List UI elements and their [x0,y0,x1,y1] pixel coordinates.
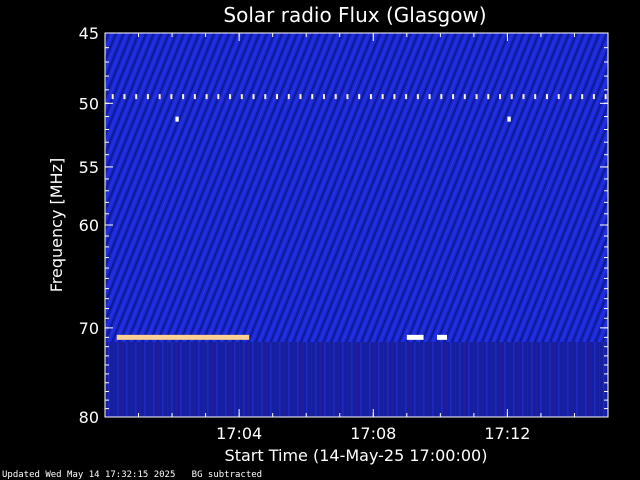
interference-dot [581,94,584,100]
interference-dot [264,94,267,100]
interference-dot [276,94,279,100]
interference-dot [322,94,325,100]
interference-dot [487,94,490,100]
interference-dot [311,94,314,100]
interference-dot [346,94,349,100]
interference-dot [111,94,114,100]
x-tick-label: 17:12 [484,424,530,443]
interference-dot [381,94,384,100]
interference-burst [406,334,424,340]
interference-dot [416,94,419,100]
y-tick-label: 50 [79,94,99,113]
interference-dot [182,94,185,100]
interference-dot [358,94,361,100]
spectrogram-chart: Solar radio Flux (Glasgow) 455055607080 … [47,3,609,465]
y-tick-label: 60 [79,216,99,235]
x-tick-label: 17:04 [216,424,262,443]
interference-dot [545,94,548,100]
y-tick-label: 70 [79,319,99,338]
interference-dot [428,94,431,100]
x-axis-label: Start Time (14-May-25 17:00:00) [225,446,488,465]
interference-dot [299,94,302,100]
interference-dot [440,94,443,100]
interference-burst [116,334,250,340]
interference-dot [193,94,196,100]
interference-dot [522,94,525,100]
interference-burst [507,116,511,122]
interference-dot [475,94,478,100]
plot-area [105,33,608,417]
interference-dot [463,94,466,100]
interference-dot [123,94,126,100]
y-tick-label: 55 [79,158,99,177]
interference-dot [510,94,513,100]
interference-burst [436,334,448,340]
interference-dot [287,94,290,100]
interference-dot [569,94,572,100]
interference-dot [534,94,537,100]
y-axis-label: Frequency [MHz] [47,158,66,292]
y-tick-label: 45 [79,24,99,43]
interference-dot [452,94,455,100]
interference-dot [369,94,372,100]
interference-dot [252,94,255,100]
lower-band [105,342,608,417]
updated-text: Updated Wed May 14 17:32:15 2025 [2,470,176,480]
y-tick-label: 80 [79,408,99,427]
interference-dot [557,94,560,100]
interference-dot [604,94,607,100]
x-tick-label: 17:08 [350,424,396,443]
interference-dot [405,94,408,100]
interference-dot [158,94,161,100]
interference-dot [592,94,595,100]
interference-dot [170,94,173,100]
bg-note: BG subtracted [191,470,263,480]
interference-dot [217,94,220,100]
footer: Updated Wed May 14 17:32:15 2025 BG subt… [2,470,262,480]
interference-dot [499,94,502,100]
interference-burst [175,116,179,122]
upper-band [105,33,608,343]
interference-dot [146,94,149,100]
interference-dot [205,94,208,100]
interference-dot [229,94,232,100]
interference-dot [334,94,337,100]
interference-dot [240,94,243,100]
chart-title: Solar radio Flux (Glasgow) [223,3,486,27]
interference-dot [393,94,396,100]
interference-dot [135,94,138,100]
